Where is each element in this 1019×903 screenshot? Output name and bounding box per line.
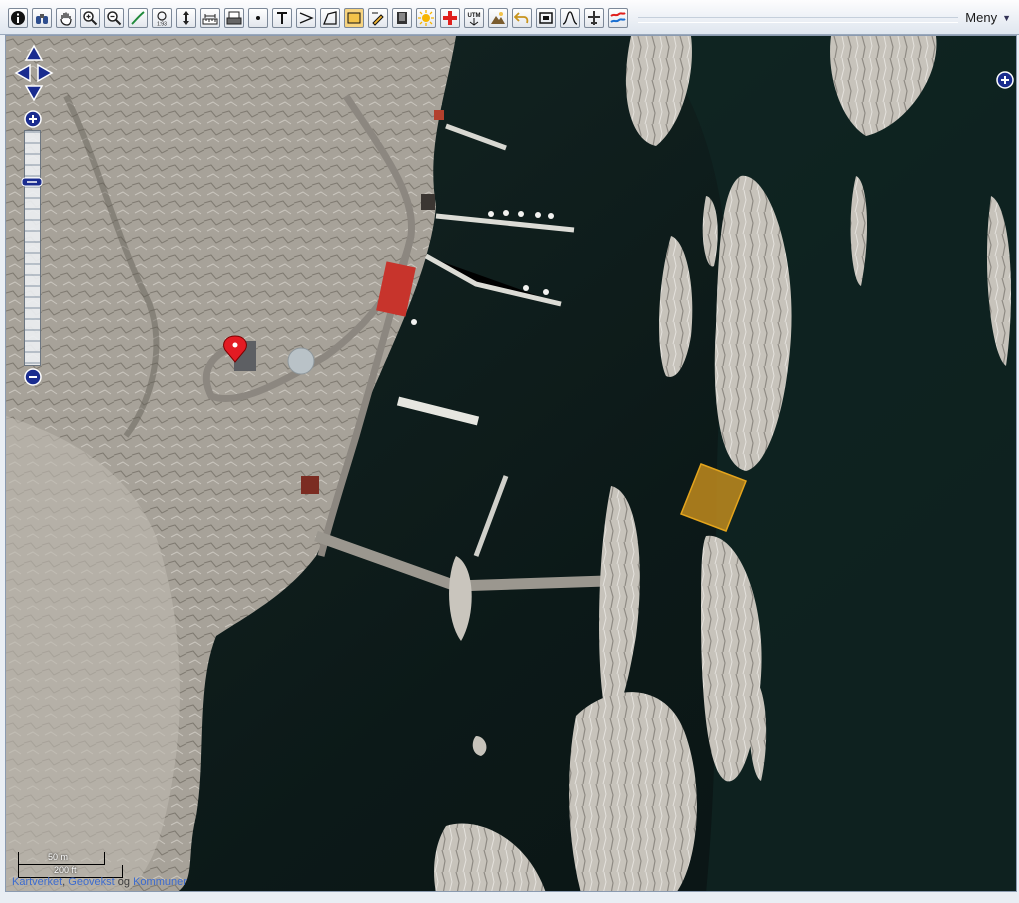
attribution-link-geovekst[interactable]: Geovekst <box>68 876 114 888</box>
text-icon[interactable] <box>272 8 292 28</box>
map-toolbar: 1:93 UTM Meny ▼ <box>0 0 1019 35</box>
polygon-icon[interactable] <box>320 8 340 28</box>
undo-icon[interactable] <box>512 8 532 28</box>
draw-line-icon[interactable] <box>128 8 148 28</box>
pan-left-icon[interactable] <box>14 63 34 83</box>
attribution-separator: og <box>114 876 134 888</box>
info-icon[interactable] <box>8 8 28 28</box>
attribution-link-kommuner[interactable]: Kommuner <box>133 876 187 888</box>
menu-label: Meny <box>965 10 998 25</box>
map-attribution: Kartverket, Geovekst og Kommuner <box>12 876 187 888</box>
rectangle-icon[interactable] <box>344 8 364 28</box>
toolbar-separator <box>638 17 958 23</box>
zoom-slider-handle[interactable] <box>21 174 43 187</box>
attribution-link-kartverket[interactable]: Kartverket <box>12 876 62 888</box>
measure-icon[interactable] <box>200 8 220 28</box>
toolbar-tools: 1:93 UTM <box>8 8 632 30</box>
pan-up-icon[interactable] <box>24 44 44 64</box>
print-icon[interactable] <box>224 8 244 28</box>
scale-ratio-icon[interactable]: 1:93 <box>152 8 172 28</box>
point-icon[interactable] <box>248 8 268 28</box>
aerial-image <box>6 36 1016 891</box>
zoom-out-button[interactable] <box>23 368 43 386</box>
zoom-slider-track[interactable] <box>24 130 41 366</box>
red-cross-icon[interactable] <box>440 8 460 28</box>
zoom-in-icon[interactable] <box>80 8 100 28</box>
chevron-down-icon: ▼ <box>1002 12 1011 23</box>
layers-icon[interactable] <box>608 8 628 28</box>
binoculars-icon[interactable] <box>32 8 52 28</box>
edit-icon[interactable] <box>368 8 388 28</box>
scale-imperial-label: 200 ft <box>54 865 77 875</box>
plane-icon[interactable] <box>584 8 604 28</box>
map-view[interactable]: 50 m 200 ft Kartverket, Geovekst og Komm… <box>5 35 1017 892</box>
status-strip <box>0 892 1019 903</box>
rotate-icon[interactable] <box>176 8 196 28</box>
pan-control <box>14 44 54 102</box>
profile-icon[interactable] <box>560 8 580 28</box>
expand-panel-button[interactable] <box>996 71 1014 89</box>
sun-icon[interactable] <box>416 8 436 28</box>
hand-icon[interactable] <box>56 8 76 28</box>
svg-text:1:93: 1:93 <box>157 22 167 27</box>
polyline-icon[interactable] <box>296 8 316 28</box>
scale-metric-label: 50 m <box>48 852 69 862</box>
pan-down-icon[interactable] <box>24 82 44 102</box>
frame-icon[interactable] <box>536 8 556 28</box>
book-icon[interactable] <box>392 8 412 28</box>
pan-right-icon[interactable] <box>34 63 54 83</box>
utm-icon[interactable]: UTM <box>464 8 484 28</box>
terrain-icon[interactable] <box>488 8 508 28</box>
zoom-out-icon[interactable] <box>104 8 124 28</box>
zoom-in-button[interactable] <box>23 110 43 128</box>
menu-button[interactable]: Meny ▼ <box>965 10 1011 25</box>
